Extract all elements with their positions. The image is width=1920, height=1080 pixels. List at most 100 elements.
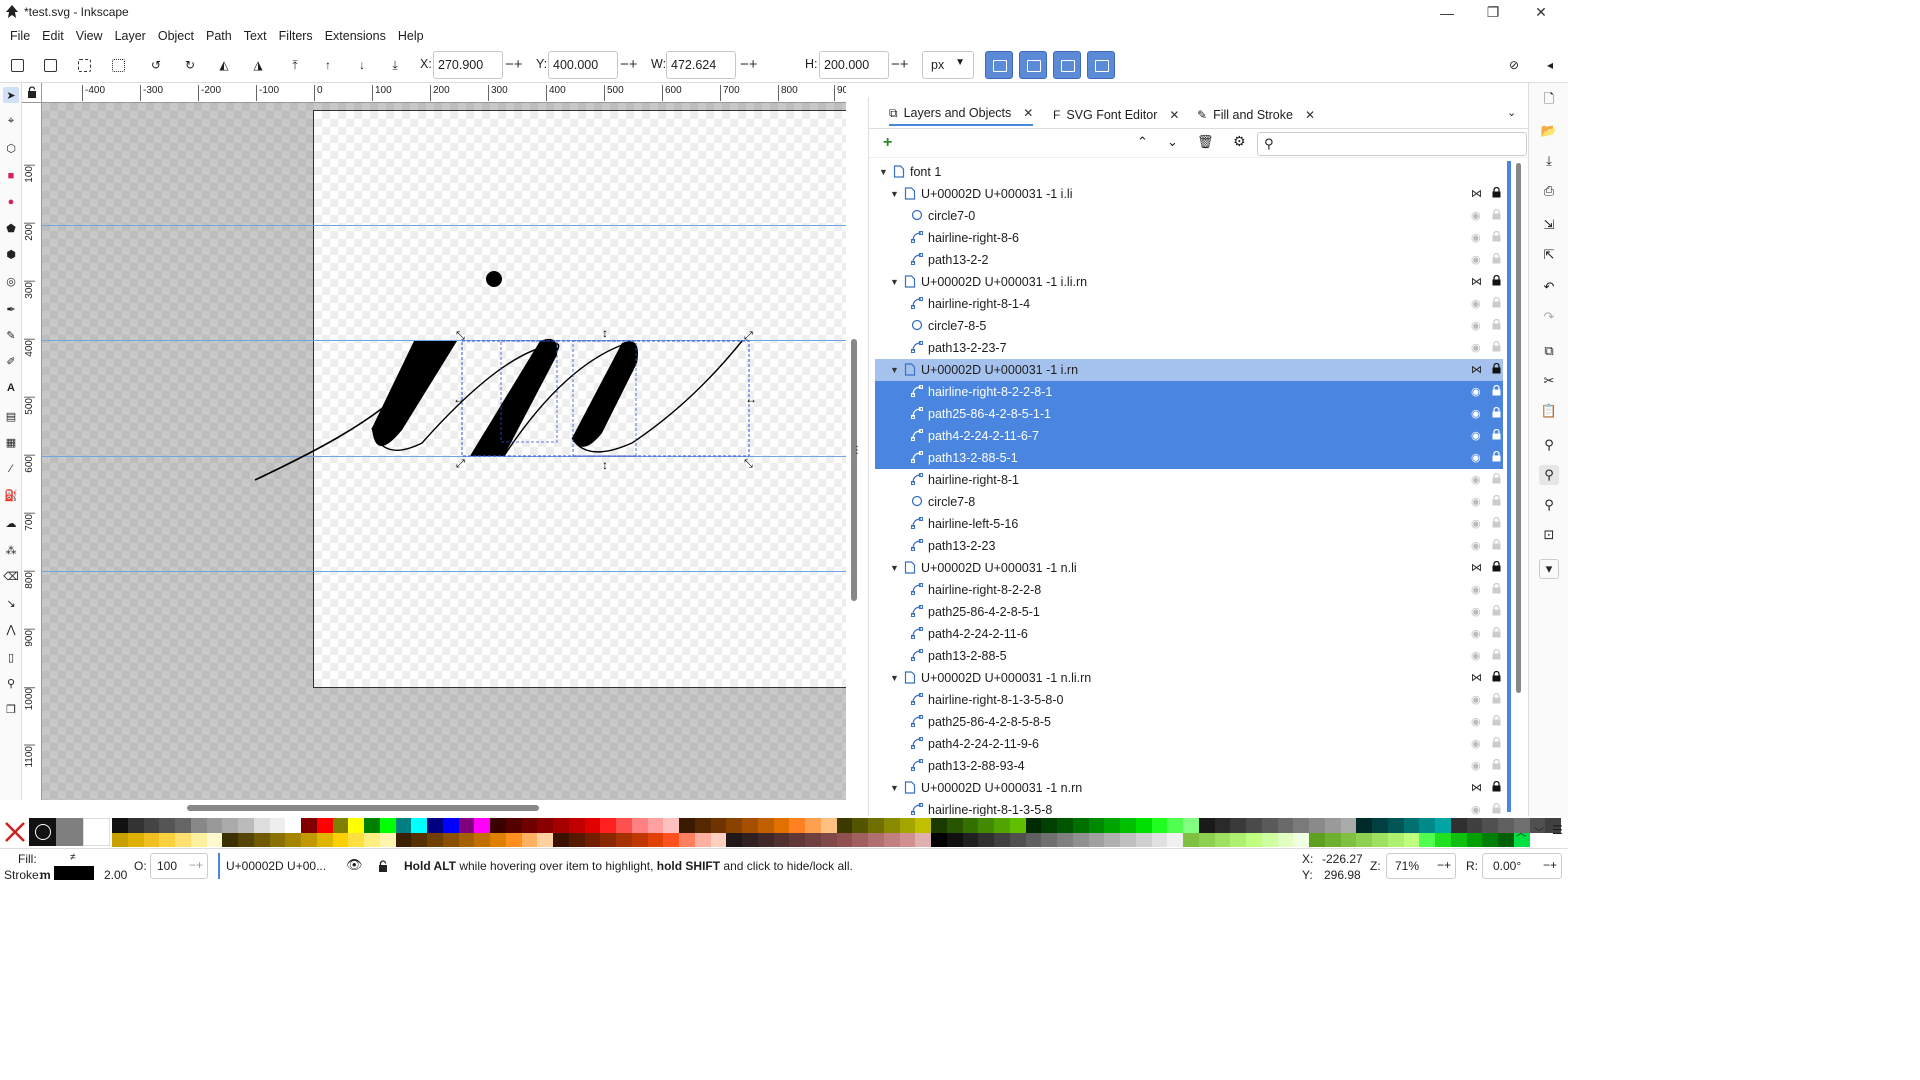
color-swatch[interactable] xyxy=(1419,818,1435,833)
visibility-eye-icon[interactable]: ◉ xyxy=(1471,517,1481,530)
lock-icon[interactable] xyxy=(1492,648,1501,660)
color-swatch[interactable] xyxy=(631,818,648,833)
tab-fill-and-stroke[interactable]: ✎ Fill and Stroke ✕ xyxy=(1197,104,1315,126)
color-swatch[interactable] xyxy=(1340,818,1357,833)
color-swatch[interactable] xyxy=(1183,833,1199,847)
tabs-menu-chevron-icon[interactable]: ⌄ xyxy=(1507,106,1516,119)
color-swatch[interactable] xyxy=(742,833,758,847)
tree-item[interactable]: path13-2-2 ◉ xyxy=(875,249,1503,271)
lock-icon[interactable] xyxy=(1492,472,1501,484)
color-swatch[interactable] xyxy=(190,833,207,847)
move-down-icon[interactable]: ⌄ xyxy=(1167,134,1178,150)
lock-icon[interactable] xyxy=(1492,670,1501,682)
expand-chevron-icon[interactable]: ▼ xyxy=(890,563,899,573)
pencil-tool-icon[interactable]: ✎ xyxy=(3,327,19,343)
menu-filters[interactable]: Filters xyxy=(273,29,319,43)
color-swatch[interactable] xyxy=(868,833,884,847)
color-swatch[interactable] xyxy=(1387,818,1404,833)
color-swatch[interactable] xyxy=(931,833,947,847)
lock-icon[interactable] xyxy=(1492,758,1501,770)
color-swatch[interactable] xyxy=(238,833,254,847)
color-swatch[interactable] xyxy=(1482,818,1498,833)
layer-lock-icon[interactable] xyxy=(378,860,388,872)
lock-icon[interactable] xyxy=(1492,296,1501,308)
scale-corners-toggle[interactable] xyxy=(1019,51,1047,79)
visibility-eye-icon[interactable]: ◉ xyxy=(1471,715,1481,728)
color-swatch[interactable] xyxy=(647,818,664,833)
color-swatch[interactable] xyxy=(978,818,994,833)
color-swatch[interactable] xyxy=(710,818,727,833)
tree-item[interactable]: path4-2-24-2-11-6 ◉ xyxy=(875,623,1503,645)
color-swatch[interactable] xyxy=(1167,833,1183,847)
panel-splitter-handle[interactable]: ⋮ xyxy=(852,445,862,456)
color-swatch[interactable] xyxy=(1324,818,1341,833)
connector-tool-icon[interactable]: ↘ xyxy=(3,595,19,611)
color-swatch[interactable] xyxy=(1403,833,1420,847)
print-icon[interactable]: ⎙ xyxy=(1539,181,1559,201)
visibility-eye-icon[interactable]: ◉ xyxy=(1471,451,1481,464)
color-swatch[interactable] xyxy=(962,818,979,833)
color-swatch[interactable] xyxy=(395,833,412,847)
color-swatch[interactable] xyxy=(537,818,553,833)
color-swatch[interactable] xyxy=(868,818,884,833)
color-swatch[interactable] xyxy=(1009,818,1026,833)
color-swatch[interactable] xyxy=(946,818,963,833)
color-swatch[interactable] xyxy=(726,818,742,833)
color-swatch[interactable] xyxy=(112,818,128,833)
color-swatch[interactable] xyxy=(647,833,664,847)
zoom-drawing-icon[interactable]: ⚲ xyxy=(1539,465,1559,485)
visibility-eye-icon[interactable]: ◉ xyxy=(1471,737,1481,750)
tree-item[interactable]: path4-2-24-2-11-9-6 ◉ xyxy=(875,733,1503,755)
copy-icon[interactable]: ⧉ xyxy=(1539,341,1559,361)
visibility-eye-icon[interactable]: ◉ xyxy=(1471,297,1481,310)
visibility-eye-icon[interactable]: ◉ xyxy=(1471,605,1481,618)
color-swatch[interactable] xyxy=(1356,833,1372,847)
current-layer-name[interactable]: U+00002D U+00... xyxy=(226,859,326,873)
tweak-tool-icon[interactable]: ☁ xyxy=(3,515,19,531)
fill-value[interactable]: ≠ xyxy=(70,852,76,863)
zoom-tool-icon[interactable]: ⚲ xyxy=(3,675,19,691)
w-stepper[interactable]: −+ xyxy=(740,56,758,73)
rotate-cw-icon[interactable]: ↻ xyxy=(180,55,200,75)
scale-stroke-toggle[interactable] xyxy=(985,51,1013,79)
tab-layers-and-objects[interactable]: ⧉ Layers and Objects ✕ xyxy=(889,104,1034,126)
color-swatch[interactable] xyxy=(1387,833,1404,847)
unit-select[interactable]: px ▼ xyxy=(922,51,974,79)
color-swatch[interactable] xyxy=(852,818,868,833)
dot-circle[interactable] xyxy=(486,271,502,287)
color-swatch[interactable] xyxy=(316,833,333,847)
lower-icon[interactable]: ↓ xyxy=(352,55,372,75)
lock-icon[interactable] xyxy=(1492,714,1501,726)
color-swatch[interactable] xyxy=(616,833,632,847)
color-swatch[interactable] xyxy=(458,818,475,833)
visibility-eye-icon[interactable]: ⋈ xyxy=(1471,671,1482,684)
expand-chevron-icon[interactable]: ▼ xyxy=(890,783,899,793)
color-swatch[interactable] xyxy=(1167,818,1183,833)
tree-layer[interactable]: ▼ font 1 xyxy=(875,161,1503,183)
select-same-icon[interactable] xyxy=(108,55,128,75)
mesh-tool-icon[interactable]: ▦ xyxy=(3,434,19,450)
color-swatch[interactable] xyxy=(175,833,191,847)
color-swatch[interactable] xyxy=(773,833,790,847)
color-swatch[interactable] xyxy=(1372,833,1388,847)
visibility-eye-icon[interactable]: ⋈ xyxy=(1471,561,1482,574)
color-swatch[interactable] xyxy=(899,818,916,833)
tree-item[interactable]: hairline-right-8-1 ◉ xyxy=(875,469,1503,491)
color-swatch[interactable] xyxy=(332,833,349,847)
lock-icon[interactable] xyxy=(1492,692,1501,704)
zoom-selection-icon[interactable]: ⚲ xyxy=(1539,435,1559,455)
menu-help[interactable]: Help xyxy=(392,29,430,43)
rectangle-tool-icon[interactable]: ■ xyxy=(3,168,19,184)
color-swatch[interactable] xyxy=(1214,818,1231,833)
visibility-eye-icon[interactable]: ◉ xyxy=(1471,803,1481,816)
visibility-eye-icon[interactable]: ◉ xyxy=(1471,495,1481,508)
visibility-eye-icon[interactable]: ◉ xyxy=(1471,253,1481,266)
color-swatch[interactable] xyxy=(1183,818,1199,833)
3d-box-tool-icon[interactable]: ⬢ xyxy=(3,246,19,262)
color-swatch[interactable] xyxy=(127,833,144,847)
lock-icon[interactable] xyxy=(1492,626,1501,638)
color-swatch[interactable] xyxy=(553,818,569,833)
tree-item[interactable]: path25-86-4-2-8-5-8-5 ◉ xyxy=(875,711,1503,733)
color-swatch[interactable] xyxy=(1482,833,1498,847)
color-swatch[interactable] xyxy=(616,818,632,833)
